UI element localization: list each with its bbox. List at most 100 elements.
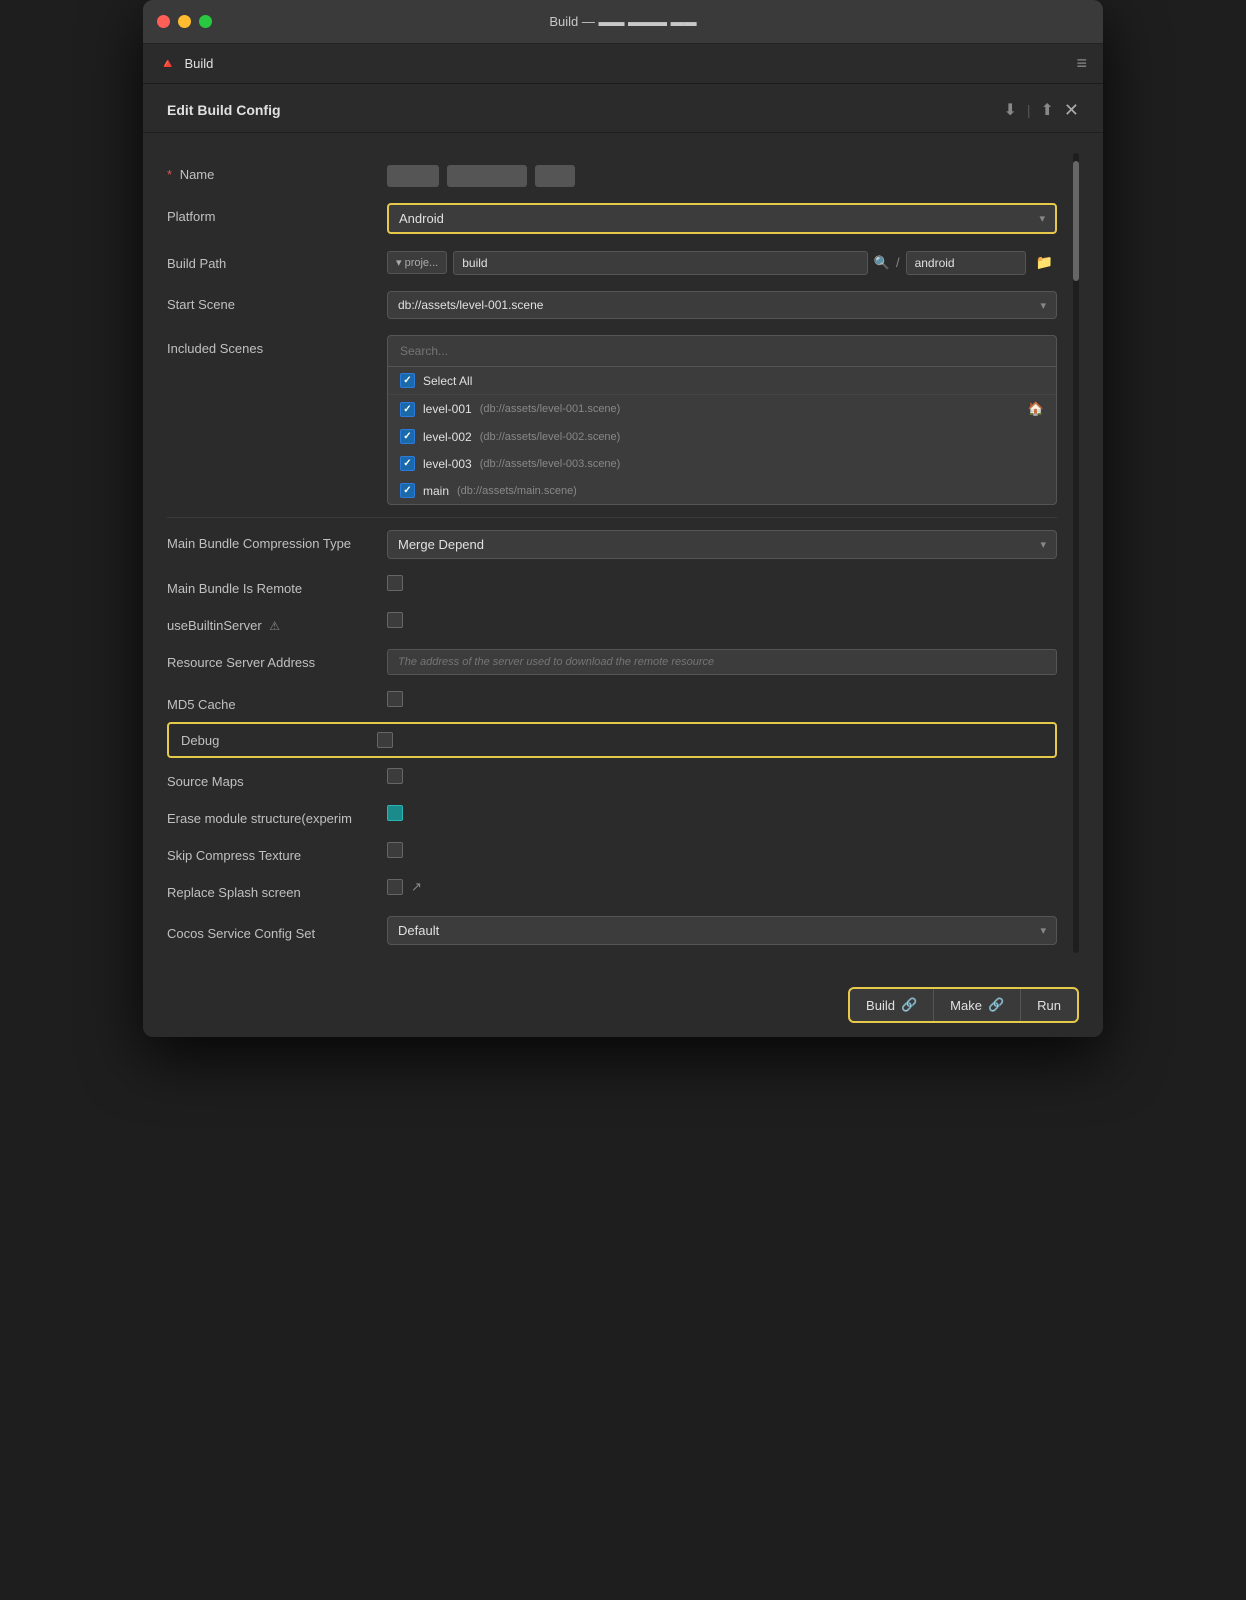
path-slash: /: [896, 255, 900, 270]
tab-bar: 🔺 Build ≡: [143, 44, 1103, 84]
start-scene-row: Start Scene db://assets/level-001.scene …: [167, 283, 1057, 327]
use-builtin-server-checkbox[interactable]: [387, 612, 403, 628]
scene-path-main: (db://assets/main.scene): [457, 485, 577, 497]
main-window: Build — ▬▬ ▬▬▬ ▬▬ 🔺 Build ≡ Edit Build C…: [143, 0, 1103, 1037]
scene-name-main: main: [423, 484, 449, 498]
make-label: Make: [950, 998, 982, 1013]
builtin-server-info-icon: ⚠: [269, 619, 280, 633]
debug-checkbox[interactable]: [377, 732, 393, 748]
path-search-icon[interactable]: 🔍: [874, 255, 890, 271]
minimize-traffic-light[interactable]: [178, 15, 191, 28]
md5-cache-row: MD5 Cache: [167, 683, 1057, 720]
scrollbar[interactable]: [1073, 153, 1079, 953]
skip-compress-label: Skip Compress Texture: [167, 842, 387, 863]
path-dropdown[interactable]: ▾ proje...: [387, 251, 447, 274]
window-title: Build — ▬▬ ▬▬▬ ▬▬: [549, 14, 696, 29]
start-scene-control: db://assets/level-001.scene ▾: [387, 291, 1057, 319]
source-maps-checkbox[interactable]: [387, 768, 403, 784]
main-bundle-remote-row: Main Bundle Is Remote: [167, 567, 1057, 604]
select-all-checkbox[interactable]: [400, 373, 415, 388]
select-all-label: Select All: [423, 374, 472, 388]
erase-module-row: Erase module structure(experim: [167, 797, 1057, 834]
erase-module-checkbox-wrap: [387, 805, 1057, 821]
scene-path-level002: (db://assets/level-002.scene): [480, 431, 621, 443]
md5-cache-control: [387, 691, 1057, 707]
replace-splash-checkbox[interactable]: [387, 879, 403, 895]
use-builtin-server-checkbox-wrap: [387, 612, 1057, 628]
scene-path-level001: (db://assets/level-001.scene): [480, 403, 621, 415]
main-bundle-compression-row: Main Bundle Compression Type Merge Depen…: [167, 522, 1057, 567]
start-scene-label: Start Scene: [167, 291, 387, 312]
tab-menu-icon[interactable]: ≡: [1076, 53, 1087, 74]
scene-path-level003: (db://assets/level-003.scene): [480, 458, 621, 470]
main-bundle-remote-control: [387, 575, 1057, 591]
build-button[interactable]: Build 🔗: [850, 989, 934, 1021]
form-area: * Name Platform: [167, 153, 1057, 953]
scene-name-level003: level-003: [423, 457, 472, 471]
main-bundle-remote-label: Main Bundle Is Remote: [167, 575, 387, 596]
make-link-icon: 🔗: [988, 997, 1004, 1013]
export-config-button[interactable]: ⬆: [1041, 100, 1054, 120]
build-folder-input[interactable]: [453, 251, 868, 275]
main-bundle-compression-select[interactable]: Merge Depend ▾: [387, 530, 1057, 559]
name-block-2: [447, 165, 527, 187]
name-row: * Name: [167, 153, 1057, 195]
start-scene-select[interactable]: db://assets/level-001.scene ▾: [387, 291, 1057, 319]
resource-server-row: Resource Server Address: [167, 641, 1057, 683]
start-scene-arrow: ▾: [1040, 299, 1046, 312]
erase-module-checkbox[interactable]: [387, 805, 403, 821]
make-button[interactable]: Make 🔗: [934, 989, 1021, 1021]
scene-item-level002: level-002 (db://assets/level-002.scene): [388, 423, 1056, 450]
scene-checkbox-level003[interactable]: [400, 456, 415, 471]
main-bundle-remote-checkbox[interactable]: [387, 575, 403, 591]
build-link-icon: 🔗: [901, 997, 917, 1013]
md5-cache-checkbox[interactable]: [387, 691, 403, 707]
build-path-input-row: ▾ proje... 🔍 / 📁: [387, 250, 1057, 275]
source-maps-label: Source Maps: [167, 768, 387, 789]
title-bar: Build — ▬▬ ▬▬▬ ▬▬: [143, 0, 1103, 44]
build-path-label: Build Path: [167, 250, 387, 271]
save-config-button[interactable]: ⬇: [1003, 100, 1016, 120]
path-browse-icon[interactable]: 📁: [1032, 250, 1057, 275]
run-button[interactable]: Run: [1021, 990, 1077, 1021]
scene-name-level002: level-002: [423, 430, 472, 444]
platform-dropdown-arrow: ▾: [1039, 212, 1045, 225]
scene-checkbox-level002[interactable]: [400, 429, 415, 444]
tab-label: Build: [184, 56, 213, 71]
resource-server-input[interactable]: [387, 649, 1057, 675]
erase-module-label: Erase module structure(experim: [167, 805, 387, 826]
scrollbar-thumb[interactable]: [1073, 161, 1079, 281]
included-scenes-box: Select All level-001 (db://assets/level-…: [387, 335, 1057, 505]
included-scenes-row: Included Scenes Select All level-00: [167, 327, 1057, 513]
skip-compress-control: [387, 842, 1057, 858]
maximize-traffic-light[interactable]: [199, 15, 212, 28]
scene-checkbox-level001[interactable]: [400, 402, 415, 417]
replace-splash-control: ↗: [387, 879, 1057, 895]
build-path-row: Build Path ▾ proje... 🔍 / 📁: [167, 242, 1057, 283]
cocos-service-control: Default ▾: [387, 916, 1057, 945]
scene-item-main: main (db://assets/main.scene): [388, 477, 1056, 504]
select-all-row: Select All: [388, 367, 1056, 395]
name-required: *: [167, 167, 172, 182]
scenes-search-input[interactable]: [388, 336, 1056, 367]
build-subfolder-input[interactable]: [906, 251, 1026, 275]
erase-module-control: [387, 805, 1057, 821]
divider-1: [167, 517, 1057, 518]
run-label: Run: [1037, 998, 1061, 1013]
replace-splash-external-icon[interactable]: ↗: [411, 879, 422, 895]
dialog-body: * Name Platform: [143, 133, 1103, 973]
use-builtin-server-row: useBuiltinServer ⚠: [167, 604, 1057, 641]
md5-cache-checkbox-wrap: [387, 691, 1057, 707]
source-maps-row: Source Maps: [167, 760, 1057, 797]
close-dialog-button[interactable]: ✕: [1064, 101, 1079, 119]
platform-select[interactable]: Android ▾: [387, 203, 1057, 234]
skip-compress-checkbox[interactable]: [387, 842, 403, 858]
cocos-service-select[interactable]: Default ▾: [387, 916, 1057, 945]
close-traffic-light[interactable]: [157, 15, 170, 28]
included-scenes-label: Included Scenes: [167, 335, 387, 356]
resource-server-control: [387, 649, 1057, 675]
name-block-3: [535, 165, 575, 187]
skip-compress-row: Skip Compress Texture: [167, 834, 1057, 871]
scene-checkbox-main[interactable]: [400, 483, 415, 498]
source-maps-control: [387, 768, 1057, 784]
